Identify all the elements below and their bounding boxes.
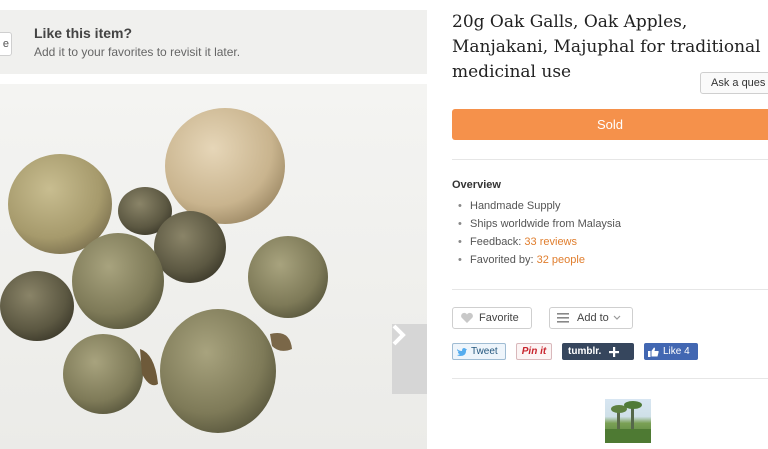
- facebook-like-button[interactable]: Like 4: [644, 343, 698, 360]
- list-item: • Handmade Supply: [458, 200, 561, 212]
- tweet-label: Tweet: [471, 346, 498, 357]
- overview-list: • Handmade Supply • Ships worldwide from M…: [458, 197, 621, 269]
- plus-icon: [609, 346, 620, 357]
- list-item: • Favorited by: 32 people: [458, 254, 585, 266]
- favorite-banner-button[interactable]: e: [0, 32, 12, 56]
- favorites-banner: e Like this item? Add it to your favorit…: [0, 10, 427, 74]
- add-to-button[interactable]: Add to: [549, 307, 633, 329]
- ask-question-button[interactable]: Ask a ques: [700, 72, 768, 94]
- favorited-by-link[interactable]: 32 people: [537, 254, 585, 266]
- favorites-banner-subtitle: Add it to your favorites to revisit it l…: [34, 45, 241, 59]
- twitter-bird-icon: [457, 347, 467, 356]
- overview-heading: Overview: [452, 179, 501, 191]
- shop-thumbnail[interactable]: [605, 399, 651, 443]
- list-icon: [557, 313, 569, 323]
- product-image[interactable]: [0, 84, 427, 449]
- like-label: Like 4: [663, 346, 690, 357]
- favorites-banner-title: Like this item?: [34, 25, 133, 41]
- chevron-right-icon: [392, 324, 406, 346]
- reviews-link[interactable]: 33 reviews: [524, 236, 577, 248]
- favorite-label: Favorite: [479, 312, 519, 324]
- shop-thumbnail-image: [605, 401, 651, 443]
- divider: [452, 378, 768, 379]
- pin-it-label: Pin it: [521, 346, 547, 357]
- divider: [452, 289, 768, 290]
- heart-icon: [461, 312, 473, 323]
- tumblr-button[interactable]: tumblr.: [562, 343, 634, 360]
- sold-button[interactable]: Sold: [452, 109, 768, 140]
- thumbs-up-icon: [648, 347, 659, 357]
- tweet-button[interactable]: Tweet: [452, 343, 506, 360]
- next-image-button[interactable]: [392, 324, 427, 394]
- list-item: • Feedback: 33 reviews: [458, 236, 577, 248]
- tumblr-label: tumblr.: [568, 346, 602, 357]
- oak-galls-photo: [0, 108, 328, 433]
- list-item: • Ships worldwide from Malaysia: [458, 218, 621, 230]
- favorite-button[interactable]: Favorite: [452, 307, 532, 329]
- pin-it-button[interactable]: Pin it: [516, 343, 552, 360]
- divider: [452, 159, 768, 160]
- caret-down-icon: [613, 315, 621, 320]
- add-to-label: Add to: [577, 312, 609, 324]
